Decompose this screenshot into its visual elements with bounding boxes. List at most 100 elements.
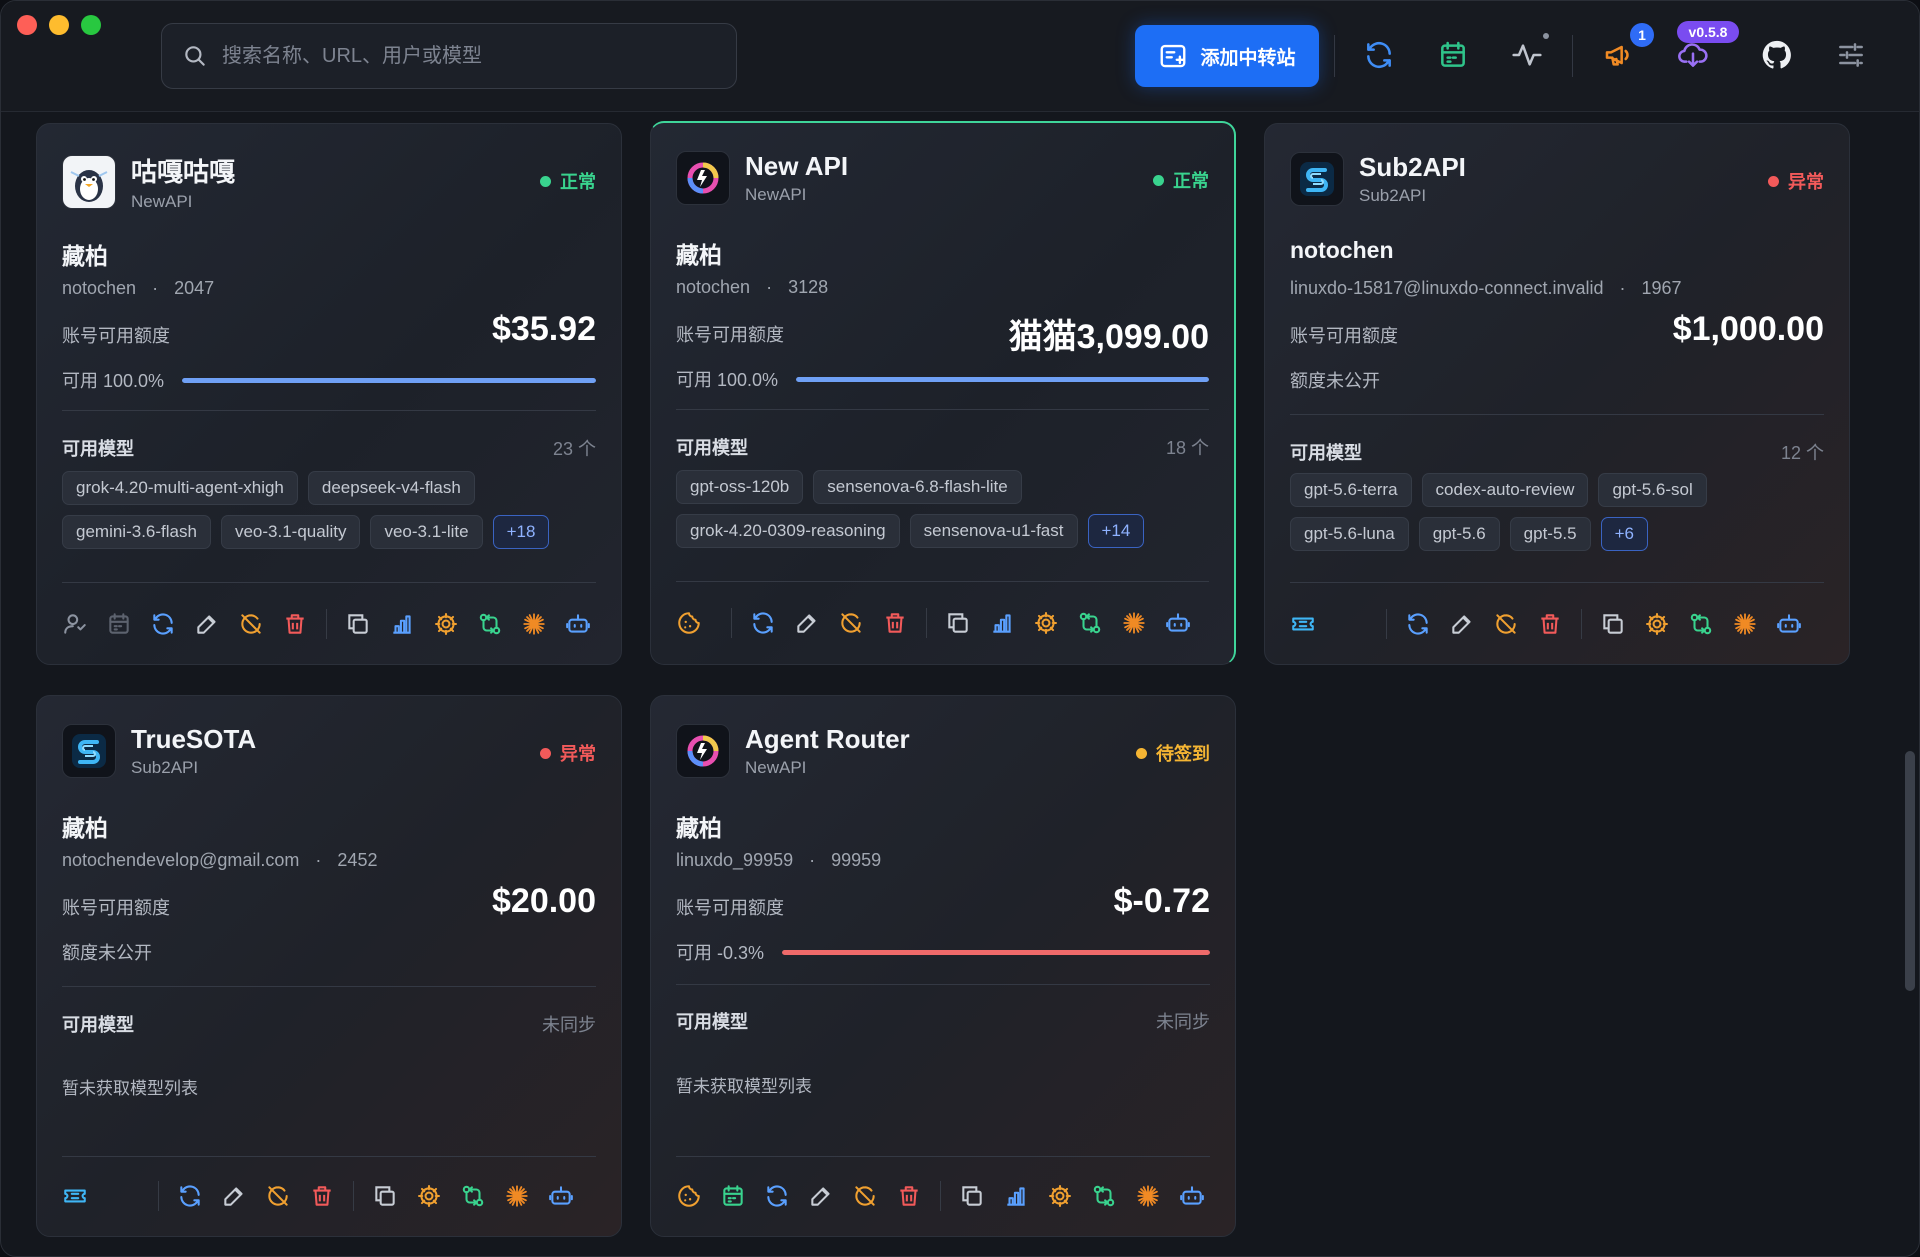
model-tag[interactable]: grok-4.20-0309-reasoning xyxy=(676,514,900,548)
stats-button[interactable] xyxy=(389,611,415,637)
checkin-calendar-button[interactable] xyxy=(1435,37,1471,73)
stats-button[interactable] xyxy=(1003,1183,1029,1209)
relay-card[interactable]: TrueSOTA Sub2API 异常 藏柏 notochendevelop@g… xyxy=(36,695,622,1237)
switch-button[interactable] xyxy=(1688,611,1714,637)
megaphone-icon xyxy=(1605,45,1629,66)
refresh-button[interactable] xyxy=(150,611,176,637)
config-button[interactable] xyxy=(1033,610,1059,636)
close-window-button[interactable] xyxy=(17,15,37,35)
switch-button[interactable] xyxy=(1091,1183,1117,1209)
bot-button[interactable] xyxy=(565,611,591,637)
ticket-button[interactable] xyxy=(1290,611,1316,637)
refresh-button[interactable] xyxy=(177,1183,203,1209)
copy-button[interactable] xyxy=(1600,611,1626,637)
github-button[interactable] xyxy=(1759,37,1795,73)
site-name: New API xyxy=(745,151,849,181)
refresh-button[interactable] xyxy=(750,610,776,636)
model-tag[interactable]: grok-4.20-multi-agent-xhigh xyxy=(62,471,298,505)
more-models-button[interactable]: +6 xyxy=(1600,517,1648,551)
claude-button[interactable] xyxy=(521,611,547,637)
model-tag[interactable]: codex-auto-review xyxy=(1421,473,1589,507)
config-button[interactable] xyxy=(1644,611,1670,637)
bot-button[interactable] xyxy=(1165,610,1191,636)
disable-button[interactable] xyxy=(1493,611,1519,637)
delete-button[interactable] xyxy=(309,1183,335,1209)
model-tag[interactable]: sensenova-6.8-flash-lite xyxy=(813,470,1022,504)
checkin-button[interactable] xyxy=(106,611,132,637)
disable-button[interactable] xyxy=(238,611,264,637)
refresh-button[interactable] xyxy=(1405,611,1431,637)
account-check-button[interactable] xyxy=(62,611,88,637)
copy-button[interactable] xyxy=(345,611,371,637)
edit-button[interactable] xyxy=(808,1183,834,1209)
add-relay-button[interactable]: 添加中转站 xyxy=(1135,25,1319,87)
model-tag[interactable]: gpt-5.6 xyxy=(1418,517,1500,551)
cookie-button[interactable] xyxy=(676,610,702,636)
claude-button[interactable] xyxy=(1121,610,1147,636)
config-button[interactable] xyxy=(1047,1183,1073,1209)
minimize-window-button[interactable] xyxy=(49,15,69,35)
more-models-button[interactable]: +18 xyxy=(492,515,550,549)
model-tag[interactable]: gemini-3.6-flash xyxy=(62,515,211,549)
edit-button[interactable] xyxy=(221,1183,247,1209)
copy-button[interactable] xyxy=(372,1183,398,1209)
model-tag[interactable]: gpt-5.5 xyxy=(1509,517,1591,551)
config-button[interactable] xyxy=(416,1183,442,1209)
delete-button[interactable] xyxy=(282,611,308,637)
bot-button[interactable] xyxy=(548,1183,574,1209)
refresh-button[interactable] xyxy=(764,1183,790,1209)
disable-button[interactable] xyxy=(852,1183,878,1209)
relay-card[interactable]: Sub2API Sub2API 异常 notochen linuxdo-1581… xyxy=(1264,123,1850,665)
search-box[interactable] xyxy=(161,23,737,89)
edit-button[interactable] xyxy=(1449,611,1475,637)
bot-button[interactable] xyxy=(1179,1183,1205,1209)
model-tag[interactable]: deepseek-v4-flash xyxy=(307,471,475,505)
config-button[interactable] xyxy=(433,611,459,637)
bot-button[interactable] xyxy=(1776,611,1802,637)
stats-button[interactable] xyxy=(989,610,1015,636)
site-name: Agent Router xyxy=(745,724,910,754)
checkin-button[interactable] xyxy=(720,1183,746,1209)
model-tag[interactable]: gpt-oss-120b xyxy=(676,470,804,504)
model-tag[interactable]: gpt-5.6-terra xyxy=(1290,473,1412,507)
disable-button[interactable] xyxy=(838,610,864,636)
copy-button[interactable] xyxy=(959,1183,985,1209)
delete-button[interactable] xyxy=(896,1183,922,1209)
model-tag[interactable]: veo-3.1-lite xyxy=(370,515,483,549)
copy-button[interactable] xyxy=(945,610,971,636)
search-input[interactable] xyxy=(208,24,736,88)
delete-button[interactable] xyxy=(1537,611,1563,637)
cookie-button[interactable] xyxy=(676,1183,702,1209)
edit-icon xyxy=(794,610,820,636)
copy-icon xyxy=(959,1183,985,1209)
claude-button[interactable] xyxy=(504,1183,530,1209)
relay-card[interactable]: 咕嘎咕嘎 NewAPI 正常 藏柏 notochen · 2047 账号可用额度 … xyxy=(36,123,622,665)
model-tag[interactable]: veo-3.1-quality xyxy=(220,515,361,549)
cloud-download-icon xyxy=(1678,43,1708,67)
disable-button[interactable] xyxy=(265,1183,291,1209)
edit-button[interactable] xyxy=(794,610,820,636)
edit-button[interactable] xyxy=(194,611,220,637)
switch-button[interactable] xyxy=(477,611,503,637)
ticket-button[interactable] xyxy=(62,1183,88,1209)
relay-card[interactable]: Agent Router NewAPI 待签到 藏柏 linuxdo_99959… xyxy=(650,695,1236,1237)
relay-card[interactable]: New API NewAPI 正常 藏柏 notochen · 3128 账号可用… xyxy=(650,121,1236,665)
sub2api-logo-icon xyxy=(1300,162,1334,196)
switch-button[interactable] xyxy=(1077,610,1103,636)
model-tag[interactable]: gpt-5.6-luna xyxy=(1290,517,1409,551)
model-tag[interactable]: sensenova-u1-fast xyxy=(909,514,1078,548)
model-tag[interactable]: gpt-5.6-sol xyxy=(1598,473,1707,507)
scrollbar-thumb[interactable] xyxy=(1905,751,1915,991)
divider xyxy=(1290,582,1824,583)
more-models-button[interactable]: +14 xyxy=(1087,514,1145,548)
delete-button[interactable] xyxy=(882,610,908,636)
usage-text: 可用 100.0% xyxy=(62,371,165,391)
settings-button[interactable] xyxy=(1833,37,1869,73)
divider xyxy=(62,582,596,583)
zoom-window-button[interactable] xyxy=(81,15,101,35)
claude-button[interactable] xyxy=(1135,1183,1161,1209)
claude-button[interactable] xyxy=(1732,611,1758,637)
refresh-all-button[interactable] xyxy=(1361,37,1397,73)
switch-button[interactable] xyxy=(460,1183,486,1209)
activity-button[interactable] xyxy=(1509,37,1545,73)
